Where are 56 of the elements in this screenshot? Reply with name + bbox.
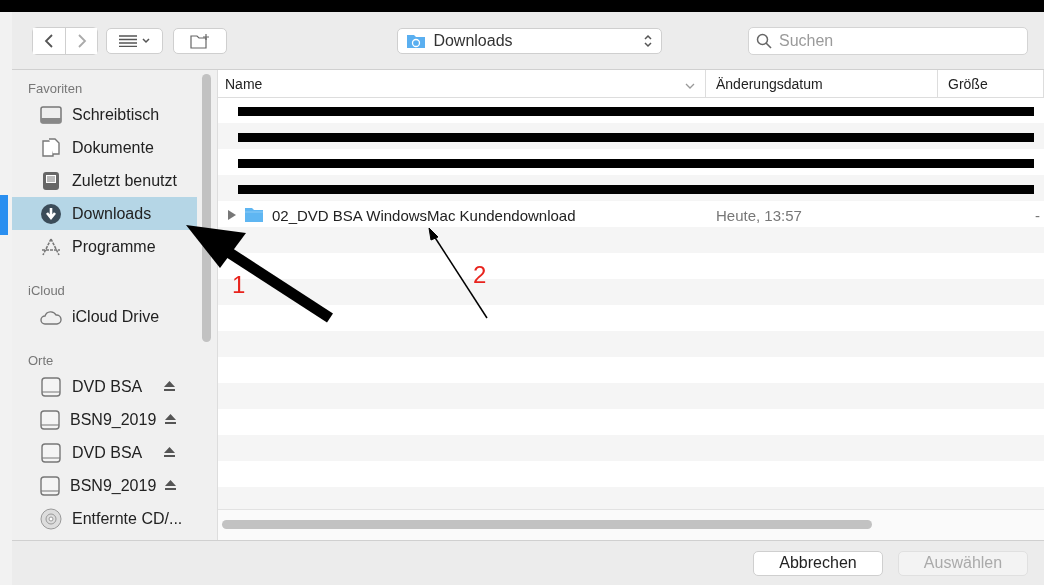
dialog-button[interactable]: Abbrechen (753, 550, 883, 576)
sidebar-item[interactable]: iCloud Drive (12, 300, 197, 333)
sidebar-item[interactable]: Programme (12, 230, 197, 263)
sidebar-item[interactable]: BSN9_2019 (12, 403, 197, 436)
caret-icon (141, 37, 150, 44)
eject-icon[interactable] (164, 379, 175, 394)
sidebar-item[interactable]: Entfernte CD/... (12, 502, 197, 535)
sidebar-item[interactable]: Schreibtisch (12, 98, 197, 131)
download-icon (40, 202, 62, 225)
column-header[interactable]: Größe (938, 70, 1044, 97)
folder-icon (406, 32, 427, 49)
sidebar-heading: iCloud (27, 282, 66, 300)
drive-icon (39, 474, 61, 497)
folder-icon (244, 207, 264, 223)
search-field[interactable]: Suchen (748, 26, 1028, 55)
stepper-icon (643, 32, 653, 49)
drive-icon (40, 375, 62, 398)
file-name[interactable]: 02_DVD BSA WindowsMac Kundendownload (272, 206, 576, 224)
disclosure-triangle-icon[interactable] (228, 210, 236, 220)
eject-icon[interactable] (165, 412, 177, 427)
annotation-number: 1 (232, 271, 246, 299)
column-header[interactable]: Änderungsdatum (706, 70, 938, 97)
cloud-icon (39, 308, 63, 325)
date-cell-text: Heute, 13:57 (715, 206, 803, 224)
scrollbar-thumb[interactable] (222, 520, 872, 529)
sidebar-item[interactable]: DVD BSA (12, 370, 197, 403)
sort-caret-icon[interactable] (685, 82, 695, 89)
location-popup[interactable]: Downloads (397, 27, 662, 54)
column-header[interactable]: Name (225, 75, 263, 92)
scrollbar-thumb[interactable] (202, 74, 211, 342)
background-window-selection (0, 195, 8, 235)
tray-icon (41, 170, 61, 191)
size-cell: - (1035, 206, 1040, 224)
sidebar-heading: Orte (27, 352, 55, 370)
eject-icon[interactable] (165, 478, 177, 493)
disc-icon (40, 507, 62, 530)
sidebar-item[interactable]: BSN9_2019 (12, 469, 197, 502)
search-icon (756, 32, 772, 49)
new-folder-icon (190, 32, 211, 49)
documents-icon (41, 137, 61, 158)
new-folder-button[interactable] (172, 27, 228, 54)
view-options-button[interactable] (106, 27, 163, 54)
sidebar-heading: Favoriten (27, 80, 84, 98)
sidebar-item[interactable]: Dokumente (12, 131, 197, 164)
annotation-number: 2 (473, 261, 487, 289)
chevron-left-icon (44, 32, 54, 49)
drive-icon (40, 441, 62, 464)
eject-icon[interactable] (164, 445, 175, 460)
apps-icon (40, 236, 62, 257)
sidebar-item[interactable]: DVD BSA (12, 436, 197, 469)
list-icon (118, 34, 137, 47)
drive-icon (39, 408, 61, 431)
sidebar-item[interactable]: Zuletzt benutzt (12, 164, 197, 197)
sidebar-item[interactable]: Downloads (12, 197, 197, 230)
chevron-right-icon (76, 32, 87, 49)
desktop-icon (40, 105, 62, 124)
